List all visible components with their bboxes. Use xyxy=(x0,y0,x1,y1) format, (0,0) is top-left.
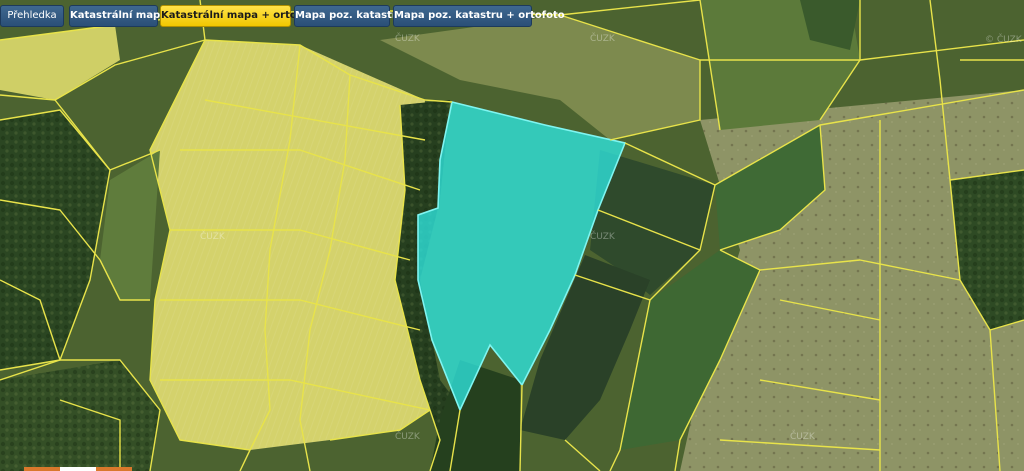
tab-katastralni-mapa[interactable]: Katastrální mapa xyxy=(69,5,167,27)
scale-bar xyxy=(24,467,132,471)
rapeseed-field-texture xyxy=(150,40,430,450)
tab-mapa-poz-katastru[interactable]: Mapa poz. katastru xyxy=(294,5,404,27)
cuzk-watermark: ČUZK xyxy=(395,432,420,442)
tab-mapa-poz-katastru-ortofoto[interactable]: Mapa poz. katastru + ortofoto xyxy=(393,5,565,27)
orthophoto-map[interactable] xyxy=(0,0,1024,471)
cuzk-watermark: ČUZK xyxy=(200,232,225,242)
cuzk-watermark: ČUZK xyxy=(395,34,420,44)
cuzk-watermark: © ČUZK xyxy=(985,35,1022,45)
scale-bar-segment xyxy=(60,467,96,471)
scale-bar-segment xyxy=(96,467,132,471)
tab-katastralni-mapa-ortofoto[interactable]: Katastrální mapa + ortofoto xyxy=(160,5,320,27)
cuzk-watermark: ČUZK xyxy=(790,432,815,442)
cuzk-watermark: ČUZK xyxy=(590,232,615,242)
tab-prehledka[interactable]: Přehledka xyxy=(0,5,64,27)
scale-bar-segment xyxy=(24,467,60,471)
cuzk-watermark: ČUZK xyxy=(590,34,615,44)
